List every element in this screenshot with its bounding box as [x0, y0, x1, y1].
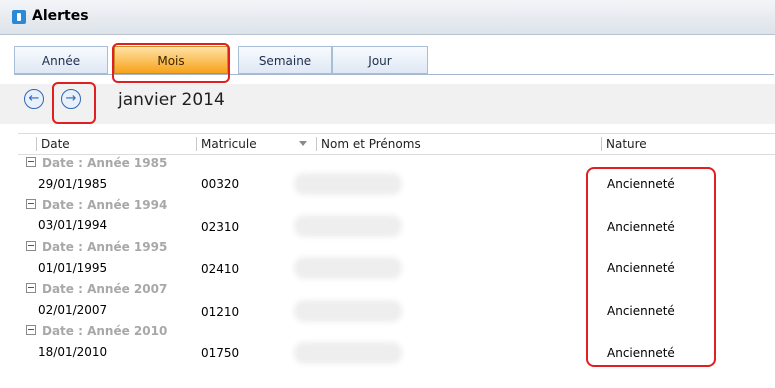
group-header[interactable]: Date : Année 2007: [26, 282, 167, 298]
window-title: Alertes: [32, 8, 89, 24]
row-date: 03/01/1994: [38, 218, 108, 232]
row-matricule: 02310: [201, 220, 240, 234]
group-label: Date : Année 2007: [42, 282, 168, 296]
title-bar: Alertes: [0, 0, 775, 35]
collapse-icon[interactable]: [26, 283, 36, 293]
group-label: Date : Année 1994: [42, 198, 168, 212]
row-date: 01/01/1995: [38, 261, 108, 275]
current-period-label: janvier 2014: [118, 90, 225, 110]
group-label: Date : Année 1985: [42, 156, 168, 170]
column-header-date[interactable]: Date: [36, 137, 70, 151]
redacted-name: [298, 304, 398, 318]
sort-descending-icon[interactable]: [299, 141, 307, 146]
collapse-icon[interactable]: [26, 241, 36, 251]
highlight-mois-annotation: [112, 43, 230, 83]
collapse-icon[interactable]: [26, 199, 36, 209]
row-date: 29/01/1985: [38, 177, 108, 191]
row-date: 02/01/2007: [38, 303, 108, 317]
row-matricule: 01210: [201, 305, 240, 319]
collapse-icon[interactable]: [26, 157, 36, 167]
column-header-nom[interactable]: Nom et Prénoms: [316, 137, 421, 151]
group-header[interactable]: Date : Année 1985: [26, 156, 167, 172]
date-navigator: [0, 84, 775, 124]
row-date: 18/01/2010: [38, 345, 108, 359]
group-header[interactable]: Date : Année 2010: [26, 324, 167, 340]
group-label: Date : Année 2010: [42, 324, 168, 338]
tab-jour[interactable]: Jour: [332, 46, 428, 74]
highlight-next-annotation: [52, 82, 96, 124]
redacted-name: [298, 261, 398, 275]
redacted-name: [298, 177, 398, 191]
column-header-matricule[interactable]: Matricule: [196, 137, 257, 151]
grid-header: Date Matricule Nom et Prénoms Nature: [18, 133, 775, 155]
group-header[interactable]: Date : Année 1994: [26, 198, 167, 214]
row-matricule: 02410: [201, 262, 240, 276]
group-label: Date : Année 1995: [42, 240, 168, 254]
group-header[interactable]: Date : Année 1995: [26, 240, 167, 256]
alert-app-icon: [12, 10, 26, 24]
tab-semaine[interactable]: Semaine: [238, 46, 332, 74]
tab-annee[interactable]: Année: [14, 46, 108, 74]
collapse-icon[interactable]: [26, 325, 36, 335]
highlight-nature-annotation: [586, 167, 716, 367]
redacted-name: [298, 346, 398, 360]
redacted-name: [298, 219, 398, 233]
row-matricule: 00320: [201, 177, 240, 191]
column-header-nature[interactable]: Nature: [601, 137, 647, 151]
prev-arrow-icon[interactable]: ←: [24, 89, 44, 109]
row-matricule: 01750: [201, 346, 240, 360]
